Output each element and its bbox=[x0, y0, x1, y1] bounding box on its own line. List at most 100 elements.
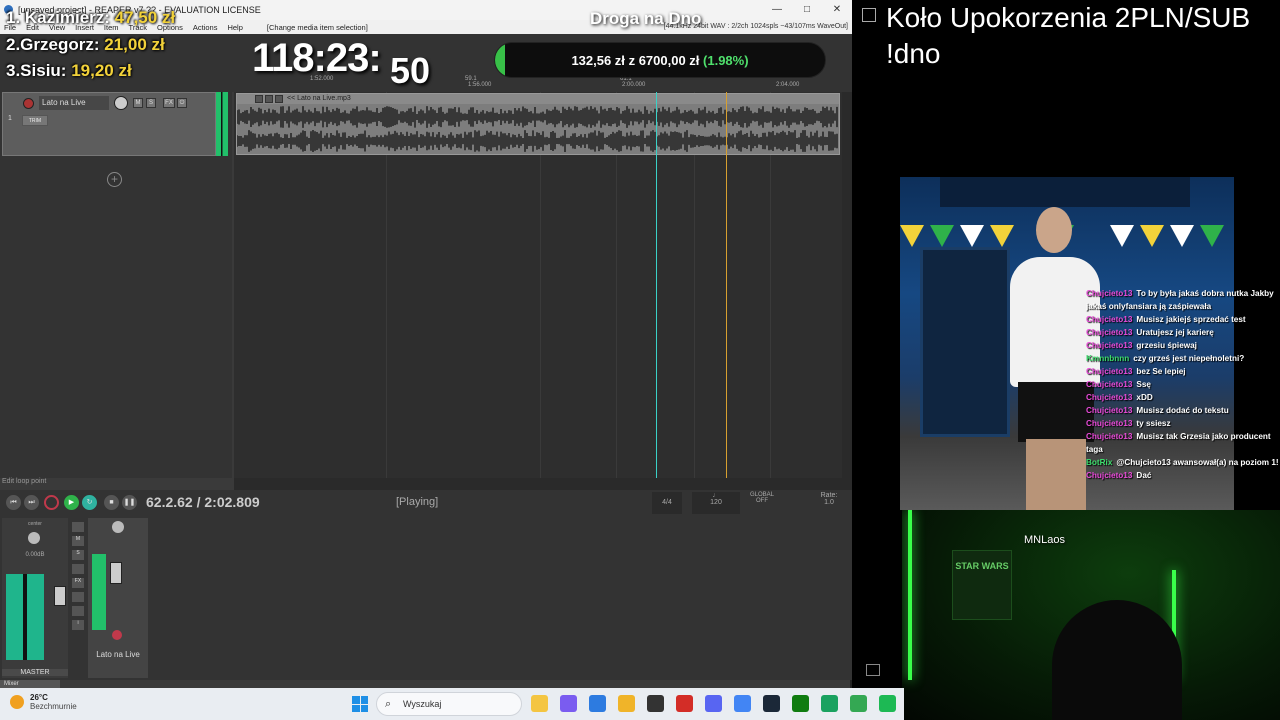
record-arm-button[interactable] bbox=[23, 98, 34, 109]
chat-text: ty ssiesz bbox=[1136, 419, 1171, 428]
chat-text: bez Se lepiej bbox=[1136, 367, 1186, 376]
donation-goal-bar: 132,56 zł z 6700,00 zł (1.98%) bbox=[494, 42, 826, 78]
menu-actions[interactable]: Actions bbox=[193, 23, 218, 32]
channel-label: Lato na Live bbox=[96, 650, 140, 659]
chat-message: Chujcieto13 Dać bbox=[1086, 469, 1280, 482]
master-solo-button[interactable]: S bbox=[72, 550, 84, 560]
maximize-button[interactable]: □ bbox=[792, 0, 822, 20]
arrange-view[interactable]: << Lato na Live.mp3 bbox=[234, 92, 842, 478]
mute-button[interactable]: M bbox=[133, 98, 143, 108]
leaderboard-entry: 3.Sisiu: 19,20 zł bbox=[6, 61, 132, 81]
ticker-icon bbox=[862, 8, 876, 22]
track-name[interactable]: Lato na Live bbox=[39, 96, 109, 110]
chrome-alt-icon[interactable] bbox=[850, 695, 867, 712]
leader-amount: 47,50 zł bbox=[114, 8, 176, 27]
master-level-meter bbox=[6, 574, 44, 660]
close-button[interactable]: ✕ bbox=[822, 0, 852, 20]
playrate-box[interactable]: Rate: 1.0 bbox=[812, 492, 846, 514]
add-track-icon[interactable]: + bbox=[107, 172, 122, 187]
start-button[interactable] bbox=[352, 696, 368, 712]
channel-record-button[interactable] bbox=[112, 630, 122, 640]
master-label: MASTER bbox=[2, 669, 68, 676]
chat-text: Musisz jakiejś sprzedać test bbox=[1136, 315, 1246, 324]
ticker-banner: Koło Upokorzenia 2PLN/SUB bbox=[854, 0, 1280, 36]
mono-button[interactable] bbox=[72, 522, 84, 532]
weather-widget[interactable]: 26°C Bezchmurnie bbox=[10, 693, 77, 711]
waveform bbox=[237, 106, 838, 152]
chat-message: Chujcieto13 Musisz tak Grzesia jako produ… bbox=[1086, 430, 1280, 456]
repeat-button[interactable]: ↻ bbox=[82, 495, 97, 510]
track-header[interactable]: Lato na Live M S FX ⏻ 1 TRIM bbox=[2, 92, 216, 156]
trim-button[interactable]: TRIM bbox=[22, 115, 48, 126]
chat-username: Chujcieto13 bbox=[1086, 432, 1133, 441]
master-fader[interactable] bbox=[54, 586, 66, 606]
route-button[interactable] bbox=[72, 564, 84, 574]
power-icon[interactable]: ⏻ bbox=[177, 98, 187, 108]
chat-username: Chujcieto13 bbox=[1086, 341, 1133, 350]
shop-sign bbox=[940, 177, 1190, 207]
chat-message: Chujcieto13 ty ssiesz bbox=[1086, 417, 1280, 430]
pip-icon[interactable] bbox=[866, 664, 880, 676]
mixer-tab[interactable]: Mixer bbox=[0, 680, 60, 688]
steam-icon[interactable] bbox=[763, 695, 780, 712]
reaper-window: [unsaved project] - REAPER v7.?? - EVALU… bbox=[0, 0, 852, 688]
master-fx-button[interactable]: FX bbox=[72, 578, 84, 588]
volume-knob[interactable] bbox=[114, 96, 128, 110]
xbox-icon[interactable] bbox=[792, 695, 809, 712]
record-button[interactable] bbox=[44, 495, 59, 510]
master-power-icon[interactable] bbox=[72, 592, 84, 602]
stop-button[interactable]: ■ bbox=[104, 495, 119, 510]
pause-button[interactable]: ❚❚ bbox=[122, 495, 137, 510]
master-trim-button[interactable] bbox=[72, 606, 84, 616]
store-icon[interactable] bbox=[589, 695, 606, 712]
playhead[interactable] bbox=[656, 92, 657, 478]
item-lock-icon[interactable] bbox=[255, 95, 263, 103]
channel-pan-knob[interactable] bbox=[112, 521, 124, 533]
file-explorer-icon[interactable] bbox=[531, 695, 548, 712]
fx-button[interactable]: FX bbox=[163, 98, 175, 108]
app-green-icon[interactable] bbox=[821, 695, 838, 712]
master-db: 0.00dB bbox=[25, 552, 45, 558]
taskbar-search[interactable]: ⌕ Wyszukaj bbox=[376, 692, 522, 716]
time-display[interactable]: 62.2.62 / 2:02.809 bbox=[146, 494, 260, 510]
ticker-text: Koło Upokorzenia 2PLN/SUB bbox=[886, 2, 1251, 33]
leader-name: 2.Grzegorz: bbox=[6, 35, 100, 54]
go-to-end-button[interactable]: ⏭ bbox=[24, 495, 39, 510]
lastpass-icon[interactable] bbox=[676, 695, 693, 712]
global-automation-box[interactable]: GLOBAL OFF bbox=[742, 492, 782, 514]
chat-username: Chujcieto13 bbox=[1086, 393, 1133, 402]
tempo-value: 120 bbox=[710, 499, 722, 506]
webcam-tag: MNLaos bbox=[1024, 534, 1065, 546]
channel-fader[interactable] bbox=[110, 562, 122, 584]
tempo-box[interactable]: ♩ 120 bbox=[692, 492, 740, 514]
go-to-start-button[interactable]: ⏮ bbox=[6, 495, 21, 510]
minimize-button[interactable]: — bbox=[762, 0, 792, 20]
solo-button[interactable]: S bbox=[146, 98, 156, 108]
stream-panel: Koło Upokorzenia 2PLN/SUB !dno Chujcieto… bbox=[854, 0, 1280, 720]
weather-sun-icon bbox=[10, 695, 24, 709]
chat-message: Kmnnbnnn czy grześ jest niepełnoletni? bbox=[1086, 352, 1280, 365]
leaderboard-entry: 1. Kazimierz: 47,50 zł bbox=[6, 8, 175, 28]
discord-icon[interactable] bbox=[705, 695, 722, 712]
play-button[interactable]: ▶ bbox=[64, 495, 79, 510]
menu-help[interactable]: Help bbox=[227, 23, 242, 32]
item-fx-icon[interactable] bbox=[275, 95, 283, 103]
master-pan-knob[interactable] bbox=[28, 532, 40, 544]
time-signature[interactable]: 4/4 bbox=[652, 492, 682, 514]
master-mute-button[interactable]: M bbox=[72, 536, 84, 546]
master-info-icon[interactable]: i bbox=[72, 620, 84, 630]
edit-cursor[interactable] bbox=[726, 92, 727, 478]
copilot-icon[interactable] bbox=[560, 695, 577, 712]
chat-message: Chujcieto13 xDD bbox=[1086, 391, 1280, 404]
item-mute-icon[interactable] bbox=[265, 95, 273, 103]
chrome-icon[interactable] bbox=[734, 695, 751, 712]
media-item[interactable]: << Lato na Live.mp3 bbox=[236, 93, 840, 155]
spotify-icon[interactable] bbox=[879, 695, 896, 712]
horizontal-scrollbar[interactable] bbox=[234, 478, 852, 490]
goal-current: 132,56 zł bbox=[571, 53, 625, 68]
obs-icon[interactable] bbox=[647, 695, 664, 712]
chat-text: Musisz dodać do tekstu bbox=[1136, 406, 1229, 415]
channel-level-meter bbox=[92, 554, 106, 630]
vertical-scrollbar[interactable] bbox=[842, 92, 852, 478]
folder-icon[interactable] bbox=[618, 695, 635, 712]
